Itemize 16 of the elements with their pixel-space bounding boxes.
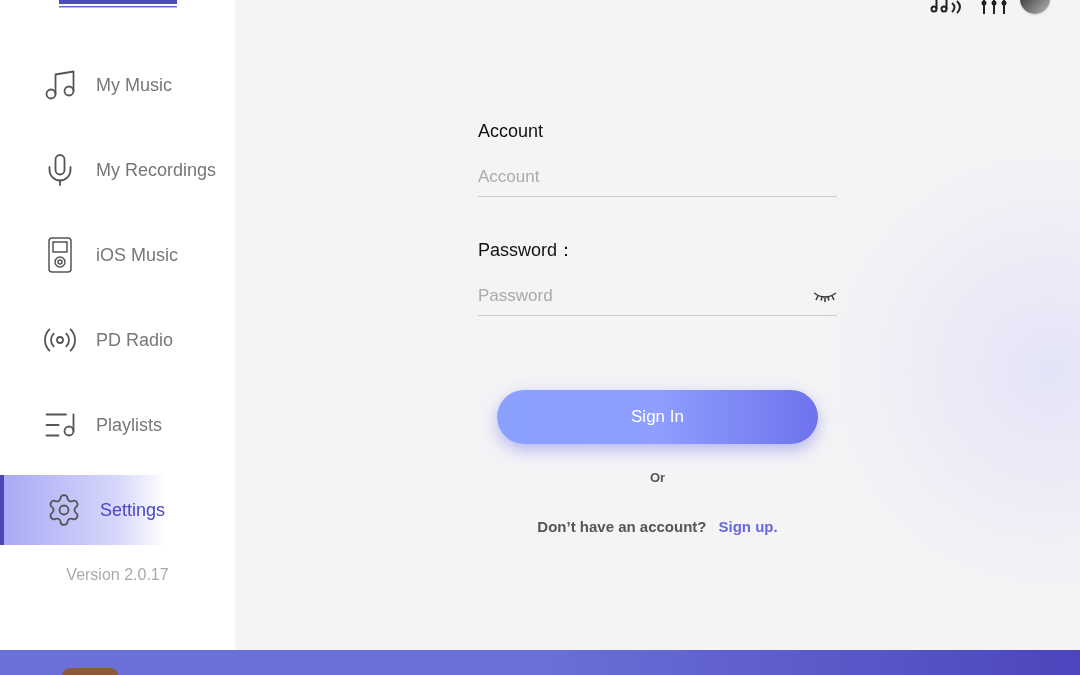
no-account-text: Don’t have an account? — [537, 516, 707, 537]
sidebar-item[interactable]: iOS Music — [0, 220, 235, 290]
password-field[interactable]: Password — [478, 276, 837, 316]
sidebar-item[interactable]: Playlists — [0, 390, 235, 460]
equalizer-icon — [980, 0, 1008, 14]
version-text: Version 2.0.17 — [66, 565, 169, 585]
account-label: Account — [478, 120, 545, 143]
password-label: Password： — [478, 239, 577, 262]
sidebar-item[interactable]: My Music — [0, 50, 235, 120]
sign-up-link[interactable]: Sign up. — [718, 515, 778, 538]
account-field[interactable]: Account — [478, 157, 837, 197]
closed-eye-icon[interactable] — [813, 290, 837, 302]
sidebar-item[interactable]: PD Radio — [0, 305, 235, 375]
or-text: Or — [649, 469, 666, 487]
sign-in-button[interactable]: Sign In — [497, 390, 818, 444]
sidebar-item[interactable]: My Recordings — [0, 135, 235, 205]
